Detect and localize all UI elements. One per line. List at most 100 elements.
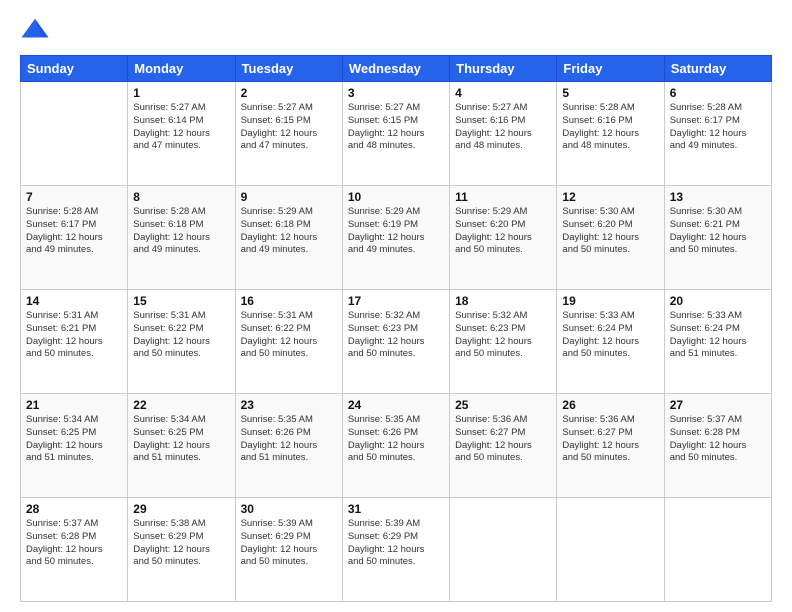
day-number: 25 [455, 398, 551, 412]
calendar-week-row: 21 Sunrise: 5:34 AM Sunset: 6:25 PM Dayli… [21, 394, 772, 498]
header [20, 15, 772, 45]
day-info: Sunrise: 5:27 AM Sunset: 6:16 PM Dayligh… [455, 102, 551, 153]
day-info: Sunrise: 5:28 AM Sunset: 6:17 PM Dayligh… [26, 206, 122, 257]
day-number: 17 [348, 294, 444, 308]
calendar-day-cell: 2 Sunrise: 5:27 AM Sunset: 6:15 PM Daylig… [235, 82, 342, 186]
calendar-day-cell [557, 498, 664, 602]
calendar-day-header: Sunday [21, 56, 128, 82]
calendar-day-cell: 10Sunrise: 5:29 AM Sunset: 6:19 PM Dayli… [342, 186, 449, 290]
calendar-day-cell: 17 Sunrise: 5:32 AM Sunset: 6:23 PM Dayli… [342, 290, 449, 394]
day-info: Sunrise: 5:27 AM Sunset: 6:14 PM Dayligh… [133, 102, 229, 153]
day-number: 11 [455, 190, 551, 204]
day-info: Sunrise: 5:31 AM Sunset: 6:22 PM Dayligh… [133, 310, 229, 361]
page: SundayMondayTuesdayWednesdayThursdayFrid… [0, 0, 792, 612]
day-info: Sunrise: 5:29 AM Sunset: 6:18 PM Dayligh… [241, 206, 337, 257]
calendar-day-cell: 5 Sunrise: 5:28 AM Sunset: 6:16 PM Daylig… [557, 82, 664, 186]
calendar-day-header: Tuesday [235, 56, 342, 82]
calendar-day-cell: 25 Sunrise: 5:36 AM Sunset: 6:27 PM Dayli… [450, 394, 557, 498]
day-number: 29 [133, 502, 229, 516]
day-number: 28 [26, 502, 122, 516]
day-number: 24 [348, 398, 444, 412]
day-number: 14 [26, 294, 122, 308]
calendar-week-row: 1 Sunrise: 5:27 AM Sunset: 6:14 PM Daylig… [21, 82, 772, 186]
calendar-day-cell: 14 Sunrise: 5:31 AM Sunset: 6:21 PM Dayli… [21, 290, 128, 394]
day-info: Sunrise: 5:37 AM Sunset: 6:28 PM Dayligh… [670, 414, 766, 465]
calendar-day-cell: 18 Sunrise: 5:32 AM Sunset: 6:23 PM Dayli… [450, 290, 557, 394]
calendar-day-header: Friday [557, 56, 664, 82]
day-info: Sunrise: 5:29 AM Sunset: 6:20 PM Dayligh… [455, 206, 551, 257]
day-info: Sunrise: 5:33 AM Sunset: 6:24 PM Dayligh… [670, 310, 766, 361]
calendar-day-header: Wednesday [342, 56, 449, 82]
day-info: Sunrise: 5:28 AM Sunset: 6:18 PM Dayligh… [133, 206, 229, 257]
calendar-day-cell: 8Sunrise: 5:28 AM Sunset: 6:18 PM Daylig… [128, 186, 235, 290]
calendar-week-row: 7 Sunrise: 5:28 AM Sunset: 6:17 PM Daylig… [21, 186, 772, 290]
day-number: 21 [26, 398, 122, 412]
calendar-day-cell: 6 Sunrise: 5:28 AM Sunset: 6:17 PM Daylig… [664, 82, 771, 186]
day-number: 20 [670, 294, 766, 308]
day-info: Sunrise: 5:30 AM Sunset: 6:20 PM Dayligh… [562, 206, 658, 257]
day-info: Sunrise: 5:31 AM Sunset: 6:21 PM Dayligh… [26, 310, 122, 361]
day-number: 4 [455, 86, 551, 100]
day-info: Sunrise: 5:28 AM Sunset: 6:16 PM Dayligh… [562, 102, 658, 153]
calendar-day-cell: 15Sunrise: 5:31 AM Sunset: 6:22 PM Dayli… [128, 290, 235, 394]
day-number: 16 [241, 294, 337, 308]
day-info: Sunrise: 5:32 AM Sunset: 6:23 PM Dayligh… [348, 310, 444, 361]
day-number: 31 [348, 502, 444, 516]
day-info: Sunrise: 5:30 AM Sunset: 6:21 PM Dayligh… [670, 206, 766, 257]
calendar-day-cell: 29 Sunrise: 5:38 AM Sunset: 6:29 PM Dayli… [128, 498, 235, 602]
day-info: Sunrise: 5:39 AM Sunset: 6:29 PM Dayligh… [241, 518, 337, 569]
day-info: Sunrise: 5:33 AM Sunset: 6:24 PM Dayligh… [562, 310, 658, 361]
calendar-day-cell: 28Sunrise: 5:37 AM Sunset: 6:28 PM Dayli… [21, 498, 128, 602]
calendar-day-cell: 26 Sunrise: 5:36 AM Sunset: 6:27 PM Dayli… [557, 394, 664, 498]
day-info: Sunrise: 5:35 AM Sunset: 6:26 PM Dayligh… [348, 414, 444, 465]
calendar-header-row: SundayMondayTuesdayWednesdayThursdayFrid… [21, 56, 772, 82]
day-info: Sunrise: 5:36 AM Sunset: 6:27 PM Dayligh… [562, 414, 658, 465]
day-number: 1 [133, 86, 229, 100]
calendar-week-row: 14 Sunrise: 5:31 AM Sunset: 6:21 PM Dayli… [21, 290, 772, 394]
day-info: Sunrise: 5:34 AM Sunset: 6:25 PM Dayligh… [133, 414, 229, 465]
day-number: 6 [670, 86, 766, 100]
day-number: 22 [133, 398, 229, 412]
calendar-day-cell: 23Sunrise: 5:35 AM Sunset: 6:26 PM Dayli… [235, 394, 342, 498]
day-info: Sunrise: 5:28 AM Sunset: 6:17 PM Dayligh… [670, 102, 766, 153]
calendar-day-cell [450, 498, 557, 602]
day-number: 9 [241, 190, 337, 204]
calendar-day-cell: 31Sunrise: 5:39 AM Sunset: 6:29 PM Dayli… [342, 498, 449, 602]
day-number: 26 [562, 398, 658, 412]
day-number: 18 [455, 294, 551, 308]
day-number: 12 [562, 190, 658, 204]
day-number: 27 [670, 398, 766, 412]
day-number: 5 [562, 86, 658, 100]
calendar-day-cell: 20 Sunrise: 5:33 AM Sunset: 6:24 PM Dayli… [664, 290, 771, 394]
logo [20, 15, 55, 45]
calendar-day-cell: 3Sunrise: 5:27 AM Sunset: 6:15 PM Daylig… [342, 82, 449, 186]
calendar-day-cell: 12 Sunrise: 5:30 AM Sunset: 6:20 PM Dayli… [557, 186, 664, 290]
calendar-day-cell: 16 Sunrise: 5:31 AM Sunset: 6:22 PM Dayli… [235, 290, 342, 394]
day-number: 10 [348, 190, 444, 204]
calendar-day-cell: 24 Sunrise: 5:35 AM Sunset: 6:26 PM Dayli… [342, 394, 449, 498]
day-number: 23 [241, 398, 337, 412]
day-info: Sunrise: 5:31 AM Sunset: 6:22 PM Dayligh… [241, 310, 337, 361]
day-info: Sunrise: 5:34 AM Sunset: 6:25 PM Dayligh… [26, 414, 122, 465]
calendar-day-cell: 13 Sunrise: 5:30 AM Sunset: 6:21 PM Dayli… [664, 186, 771, 290]
calendar-day-cell: 11 Sunrise: 5:29 AM Sunset: 6:20 PM Dayli… [450, 186, 557, 290]
calendar-day-cell: 19Sunrise: 5:33 AM Sunset: 6:24 PM Dayli… [557, 290, 664, 394]
day-number: 2 [241, 86, 337, 100]
day-info: Sunrise: 5:38 AM Sunset: 6:29 PM Dayligh… [133, 518, 229, 569]
calendar-week-row: 28Sunrise: 5:37 AM Sunset: 6:28 PM Dayli… [21, 498, 772, 602]
calendar-table: SundayMondayTuesdayWednesdayThursdayFrid… [20, 55, 772, 602]
calendar-day-cell: 7 Sunrise: 5:28 AM Sunset: 6:17 PM Daylig… [21, 186, 128, 290]
calendar-day-cell [21, 82, 128, 186]
calendar-day-header: Saturday [664, 56, 771, 82]
calendar-day-cell: 4 Sunrise: 5:27 AM Sunset: 6:16 PM Daylig… [450, 82, 557, 186]
day-number: 3 [348, 86, 444, 100]
calendar-day-header: Monday [128, 56, 235, 82]
calendar-day-cell: 21 Sunrise: 5:34 AM Sunset: 6:25 PM Dayli… [21, 394, 128, 498]
day-number: 13 [670, 190, 766, 204]
day-info: Sunrise: 5:32 AM Sunset: 6:23 PM Dayligh… [455, 310, 551, 361]
day-info: Sunrise: 5:27 AM Sunset: 6:15 PM Dayligh… [241, 102, 337, 153]
day-number: 7 [26, 190, 122, 204]
calendar-day-cell: 22 Sunrise: 5:34 AM Sunset: 6:25 PM Dayli… [128, 394, 235, 498]
calendar-day-cell: 30Sunrise: 5:39 AM Sunset: 6:29 PM Dayli… [235, 498, 342, 602]
day-info: Sunrise: 5:36 AM Sunset: 6:27 PM Dayligh… [455, 414, 551, 465]
